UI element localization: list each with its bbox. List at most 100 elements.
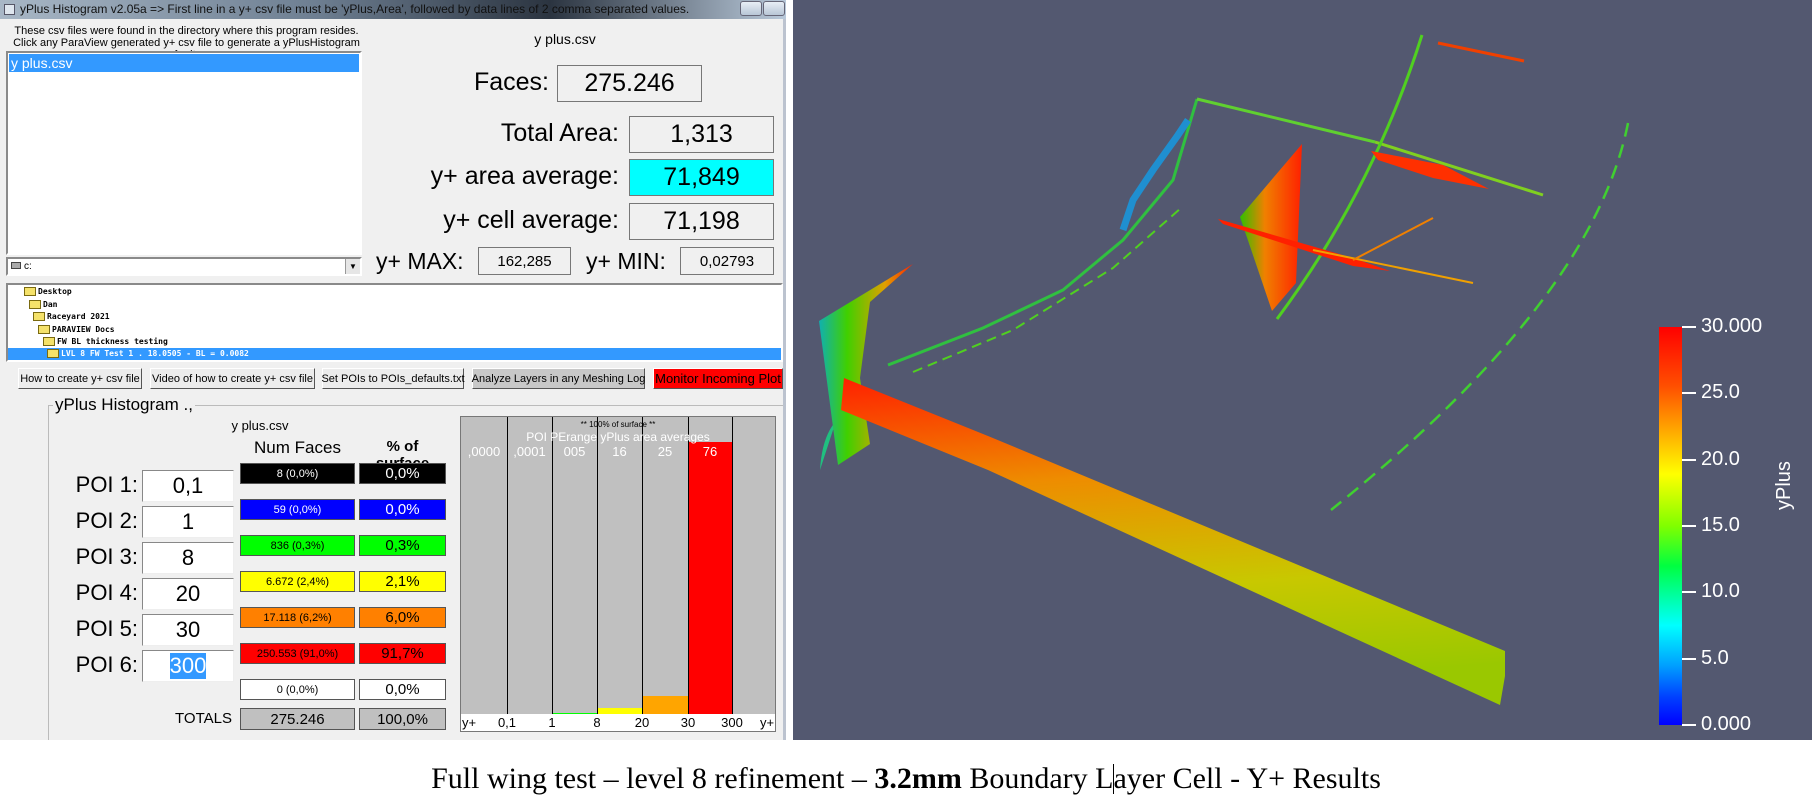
- center-red-bar: [1218, 219, 1390, 271]
- drive-icon: [11, 262, 21, 269]
- cell-average-value: 71,198: [629, 203, 774, 240]
- csv-file-list[interactable]: y plus.csv: [6, 51, 362, 255]
- top-red-strip: [1437, 41, 1525, 63]
- area-average-value: 71,849: [629, 159, 774, 196]
- colorbar-tick-label: 30.000: [1701, 315, 1763, 337]
- tree-item-label: Dan: [43, 300, 58, 309]
- range-average-label: 25: [657, 444, 673, 459]
- range-average-label: 76: [702, 444, 718, 459]
- caption-bold: 3.2mm: [874, 762, 962, 795]
- column-separator: [507, 417, 508, 714]
- column-separator: [732, 417, 733, 714]
- tree-item-dan[interactable]: Dan: [29, 299, 57, 311]
- caption-part-2: Boundary L: [961, 762, 1114, 795]
- pct-surface-cell: 91,7%: [359, 643, 446, 664]
- stats-file-label: y plus.csv: [534, 31, 596, 47]
- num-faces-cell: 0 (0,0%): [240, 679, 355, 700]
- yplus-histogram-window: yPlus Histogram v2.05a => First line in …: [0, 0, 786, 740]
- tree-item-fw-bl-testing[interactable]: FW BL thickness testing: [43, 336, 168, 348]
- poi-4-input[interactable]: 20: [142, 578, 234, 610]
- chevron-down-icon[interactable]: ▼: [345, 259, 360, 274]
- colorbar-tick-label: 10.0: [1701, 580, 1740, 603]
- poi-value: 20: [175, 581, 201, 606]
- pct-surface-cell: 6,0%: [359, 607, 446, 628]
- poi-label: POI 6:: [75, 652, 138, 677]
- totals-num-faces: 275.246: [240, 708, 355, 730]
- monitor-incoming-plot-button[interactable]: Monitor Incoming Plot: [653, 368, 783, 389]
- tree-item-paraview-docs[interactable]: PARAVIEW Docs: [38, 324, 115, 336]
- column-separator: [552, 417, 553, 714]
- max-value: 162,285: [478, 247, 571, 275]
- histogram-bar: [688, 442, 732, 714]
- colorbar-tick-label: 5.0: [1701, 646, 1729, 669]
- num-faces-cell: 6.672 (2,4%): [240, 571, 355, 592]
- colorbar: [1659, 327, 1682, 725]
- histogram-bar: [642, 696, 688, 714]
- analyze-layers-button[interactable]: Analyze Layers in any Meshing Log: [472, 368, 645, 389]
- x-tick-label: 1: [548, 715, 556, 730]
- video-how-to-button[interactable]: Video of how to create y+ csv file: [150, 368, 315, 389]
- file-list-item-selected[interactable]: y plus.csv: [9, 54, 359, 72]
- set-pois-defaults-button[interactable]: Set POIs to POIs_defaults.txt: [321, 368, 465, 389]
- poi-value: 8: [181, 545, 195, 570]
- minimize-button[interactable]: [740, 1, 762, 16]
- window-title: yPlus Histogram v2.05a => First line in …: [20, 2, 690, 16]
- min-value: 0,02793: [680, 247, 774, 275]
- poi-label: POI 4:: [75, 580, 138, 605]
- poi-label: POI 1:: [75, 472, 138, 497]
- tree-item-raceyard[interactable]: Raceyard 2021: [33, 311, 110, 323]
- poi-1-input[interactable]: 0,1: [142, 470, 234, 502]
- column-separator: [688, 417, 689, 714]
- column-separator: [597, 417, 598, 714]
- num-faces-cell: 8 (0,0%): [240, 463, 355, 484]
- tree-item-selected[interactable]: LVL 8 FW Test 1 . 18.0505 - BL = 0.0082: [8, 348, 781, 360]
- wing-patches: [1119, 118, 1191, 232]
- tree-item-desktop[interactable]: Desktop: [24, 286, 72, 298]
- total-area-value: 1,313: [629, 116, 774, 153]
- drive-select[interactable]: c: ▼: [6, 257, 362, 276]
- left-endplate: [819, 264, 913, 470]
- range-average-label: 005: [563, 444, 586, 459]
- colorbar-title: yPlus: [1773, 461, 1795, 510]
- num-faces-cell: 250.553 (91,0%): [240, 643, 355, 664]
- how-to-create-csv-button[interactable]: How to create y+ csv file: [18, 368, 142, 389]
- colorbar-tick-label: 0.000: [1701, 713, 1752, 735]
- pct-surface-cell: 0,0%: [359, 463, 446, 484]
- poi-5-input[interactable]: 30: [142, 614, 234, 646]
- poi-3-input[interactable]: 8: [142, 542, 234, 574]
- histogram-group-title: yPlus Histogram .,: [53, 395, 195, 415]
- range-average-label: ,0001: [513, 444, 546, 459]
- center-orange-line-2: [1352, 217, 1434, 261]
- directory-tree[interactable]: Desktop Dan Raceyard 2021 PARAVIEW Docs …: [6, 283, 783, 362]
- histogram-file-label: y plus.csv: [231, 418, 289, 433]
- colorbar-tick: [1682, 326, 1696, 328]
- poi-value: 1: [181, 509, 195, 534]
- x-tick-label: y+: [759, 715, 775, 730]
- x-tick-label: 30: [680, 715, 696, 730]
- app-icon: [4, 4, 15, 15]
- main-tube: [841, 378, 1505, 705]
- num-faces-cell: 17.118 (6,2%): [240, 607, 355, 628]
- range-average-label: ,0000: [467, 444, 501, 459]
- histogram-chart: ** 100% of surface ** POI PErange yPlus …: [460, 416, 776, 732]
- folder-icon: [47, 349, 59, 358]
- poi-2-input[interactable]: 1: [142, 506, 234, 538]
- colorbar-tick: [1682, 724, 1696, 726]
- totals-pct: 100,0%: [359, 708, 446, 730]
- folder-icon: [29, 300, 41, 309]
- poi-label: POI 3:: [75, 544, 138, 569]
- colorbar-tick-label: 15.0: [1701, 514, 1740, 536]
- folder-icon: [24, 287, 36, 296]
- range-average-label: 16: [612, 444, 627, 459]
- poi-6-input[interactable]: 300: [142, 650, 234, 682]
- column-separator: [642, 417, 643, 714]
- colorbar-tick-label: 25.0: [1701, 381, 1740, 404]
- drive-value: c:: [24, 261, 32, 272]
- center-fin: [1240, 144, 1302, 311]
- cell-average-label: y+ cell average:: [443, 206, 619, 234]
- colorbar-tick: [1682, 458, 1696, 461]
- pct-surface-cell: 0,0%: [359, 679, 446, 700]
- paraview-3d-view[interactable]: 30.000 25.0 20.0 15.0 10.0 5.0 0.000 yPlus: [793, 0, 1812, 740]
- chart-subtitle: POI PErange yPlus area averages: [526, 430, 710, 444]
- maximize-button[interactable]: [763, 1, 785, 16]
